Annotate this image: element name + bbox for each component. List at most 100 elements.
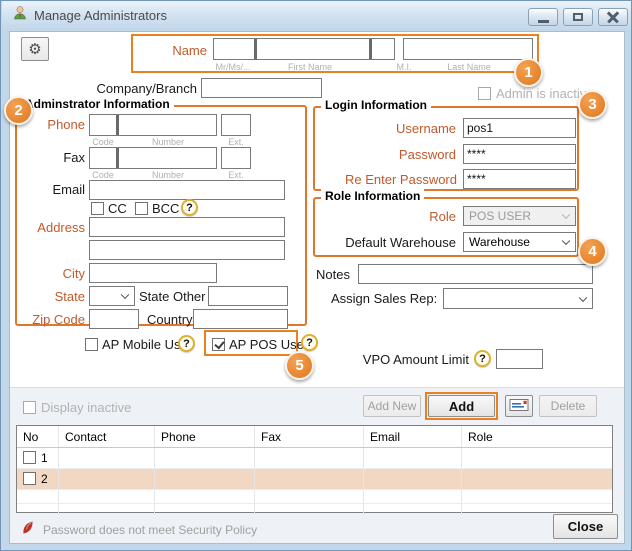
chevron-down-icon <box>562 211 570 219</box>
fax-number-input[interactable] <box>119 148 216 168</box>
company-branch-input[interactable] <box>201 78 322 98</box>
add-button[interactable]: Add <box>428 395 495 417</box>
login-info-title: Login Information <box>321 98 431 112</box>
table-empty-row <box>17 490 612 504</box>
fax-ext-input[interactable] <box>221 147 251 169</box>
role-info-title: Role Information <box>321 189 424 203</box>
city-input[interactable] <box>89 263 217 283</box>
ap-pos-user-checkbox[interactable] <box>212 338 225 351</box>
row-checkbox[interactable] <box>23 472 36 485</box>
phone-label: Phone <box>29 117 85 132</box>
annotation-badge-3: 3 <box>578 90 607 119</box>
col-header-contact[interactable]: Contact <box>59 426 155 447</box>
table-header-row: No Contact Phone Fax Email Role <box>17 426 612 448</box>
delete-button[interactable]: Delete <box>539 395 597 417</box>
display-inactive-label: Display inactive <box>41 400 131 415</box>
fax-code-sublabel: Code <box>89 170 117 180</box>
admin-person-icon <box>12 5 28 26</box>
ap-pos-help-icon[interactable]: ? <box>301 334 318 351</box>
table-row[interactable]: 1 <box>17 448 612 469</box>
assign-sales-rep-label: Assign Sales Rep: <box>331 291 437 306</box>
minimize-button[interactable] <box>528 8 558 26</box>
ap-pos-user-label: AP POS User <box>229 337 308 352</box>
minimize-icon <box>538 20 549 23</box>
chevron-down-icon <box>579 293 587 301</box>
table-empty-row <box>17 504 612 513</box>
username-input[interactable] <box>463 118 576 138</box>
address-line2-input[interactable] <box>89 240 285 260</box>
close-button[interactable]: Close <box>553 514 618 539</box>
ap-mobile-user-checkbox[interactable] <box>85 338 98 351</box>
close-icon <box>606 10 620 24</box>
name-compound-field <box>213 38 395 60</box>
last-name-input[interactable] <box>403 38 533 60</box>
phone-ext-input[interactable] <box>221 114 251 136</box>
contact-card-button[interactable] <box>505 395 533 417</box>
notes-label: Notes <box>316 267 350 282</box>
country-input[interactable] <box>193 309 288 329</box>
password-input[interactable] <box>463 144 576 164</box>
maximize-button[interactable] <box>563 8 593 26</box>
zip-code-label: Zip Code <box>19 312 85 327</box>
default-warehouse-label: Default Warehouse <box>321 235 456 250</box>
table-row-selected[interactable]: 2 <box>17 469 612 490</box>
col-header-email[interactable]: Email <box>364 426 462 447</box>
admin-inactive-checkbox[interactable] <box>478 87 491 100</box>
reenter-password-input[interactable] <box>463 169 576 189</box>
row-number: 2 <box>41 472 48 486</box>
assign-sales-rep-select[interactable] <box>443 288 593 309</box>
fax-code-input[interactable] <box>90 148 116 168</box>
chevron-down-icon <box>121 291 129 299</box>
cc-bcc-help-icon[interactable]: ? <box>181 199 198 216</box>
annotation-badge-5: 5 <box>285 351 314 380</box>
add-new-button[interactable]: Add New <box>363 395 421 417</box>
last-name-sublabel: Last Name <box>411 62 527 72</box>
row-number: 1 <box>41 451 48 465</box>
vpo-amount-limit-input[interactable] <box>496 349 543 369</box>
administrators-table: No Contact Phone Fax Email Role 1 2 <box>16 425 613 513</box>
chevron-down-icon <box>562 237 570 245</box>
fax-compound-field <box>89 147 217 169</box>
close-window-button[interactable] <box>598 8 628 26</box>
address-label: Address <box>19 220 85 235</box>
display-inactive-checkbox[interactable] <box>23 401 36 414</box>
phone-number-sublabel: Number <box>121 137 215 147</box>
annotation-badge-4: 4 <box>578 237 607 266</box>
first-name-input[interactable] <box>257 39 369 59</box>
role-select[interactable]: POS USER <box>463 206 576 226</box>
col-header-no[interactable]: No <box>17 426 59 447</box>
first-name-sublabel: First Name <box>255 62 365 72</box>
name-prefix-input[interactable] <box>214 39 254 59</box>
col-header-phone[interactable]: Phone <box>155 426 255 447</box>
administrator-info-title: Adminstrator Information <box>21 97 174 111</box>
middle-initial-input[interactable] <box>372 39 394 59</box>
default-warehouse-select[interactable]: Warehouse <box>463 232 576 252</box>
row-checkbox[interactable] <box>23 451 36 464</box>
col-header-role[interactable]: Role <box>462 426 612 447</box>
company-branch-label: Company/Branch <box>71 81 197 96</box>
bcc-checkbox[interactable] <box>135 202 148 215</box>
manage-administrators-window: Manage Administrators ⚙ Name Mr/Ms/... F… <box>0 0 632 551</box>
maximize-icon <box>573 13 583 21</box>
password-policy-warning-icon <box>21 520 37 541</box>
annotation-badge-2: 2 <box>4 96 33 125</box>
notes-input[interactable] <box>358 264 593 284</box>
col-header-fax[interactable]: Fax <box>255 426 364 447</box>
reenter-password-label: Re Enter Password <box>319 172 457 187</box>
state-select[interactable] <box>89 286 135 306</box>
state-label: State <box>29 289 85 304</box>
vpo-help-icon[interactable]: ? <box>474 350 491 367</box>
phone-code-input[interactable] <box>90 115 116 135</box>
phone-number-input[interactable] <box>119 115 216 135</box>
fax-ext-sublabel: Ext. <box>221 170 251 180</box>
ap-mobile-help-icon[interactable]: ? <box>178 335 195 352</box>
cc-checkbox[interactable] <box>91 202 104 215</box>
fax-label: Fax <box>29 150 85 165</box>
fax-number-sublabel: Number <box>121 170 215 180</box>
address-line1-input[interactable] <box>89 217 285 237</box>
email-input[interactable] <box>89 180 285 200</box>
vpo-amount-limit-label: VPO Amount Limit <box>361 352 469 367</box>
state-other-input[interactable] <box>208 286 288 306</box>
zip-code-input[interactable] <box>89 309 139 329</box>
settings-button[interactable]: ⚙ <box>21 37 49 61</box>
